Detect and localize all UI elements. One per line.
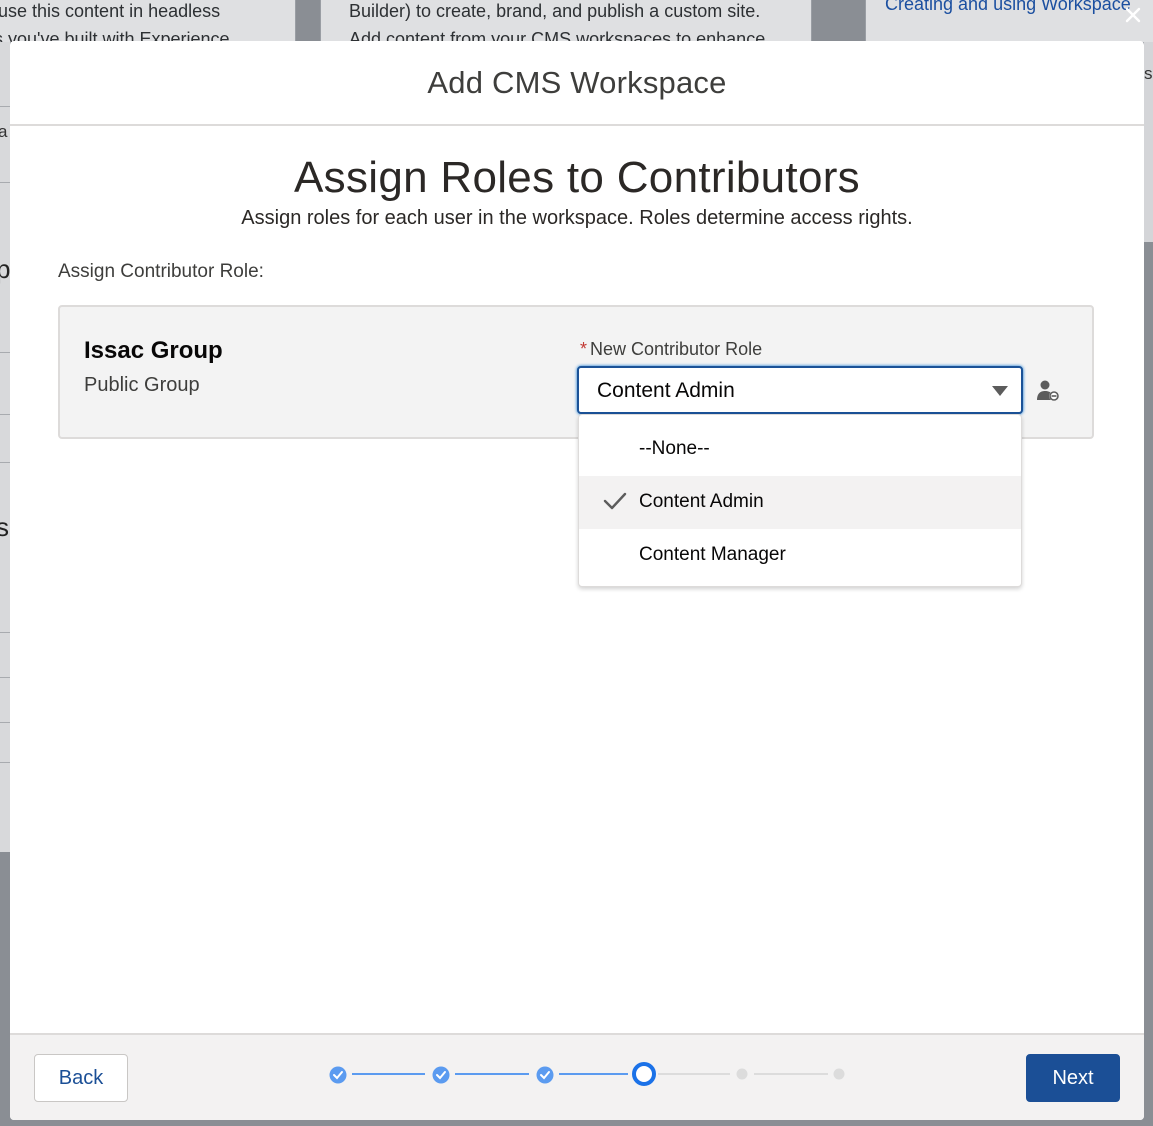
role-option[interactable]: Content Manager — [579, 529, 1021, 582]
role-field-label-text: New Contributor Role — [590, 339, 763, 359]
background-char: p — [0, 254, 11, 284]
contributor-name: Issac Group — [84, 337, 223, 364]
add-cms-workspace-modal: Add CMS Workspace Assign Roles to Contri… — [10, 41, 1144, 1120]
modal-footer: Back Next — [10, 1033, 1144, 1120]
background-card: use this content in headless s you've bu… — [0, 0, 296, 43]
close-button[interactable] — [1120, 2, 1146, 28]
progress-step-complete-icon[interactable] — [432, 1066, 450, 1084]
progress-step-current[interactable] — [632, 1062, 656, 1086]
background-char: s — [1144, 64, 1153, 83]
role-option-label: --None-- — [639, 438, 710, 459]
modal-header: Add CMS Workspace — [10, 41, 1144, 126]
back-button[interactable]: Back — [34, 1054, 128, 1102]
modal-title: Add CMS Workspace — [427, 64, 727, 100]
background-char: a — [0, 122, 8, 141]
progress-step-upcoming[interactable] — [736, 1068, 748, 1080]
combobox-value: Content Admin — [597, 379, 735, 402]
check-icon — [603, 492, 627, 510]
progress-step-upcoming[interactable] — [833, 1068, 845, 1080]
step-subtitle: Assign roles for each user in the worksp… — [241, 207, 913, 229]
required-marker: * — [580, 339, 588, 359]
background-card: Creating and using Workspace — [865, 0, 1153, 43]
step-title: Assign Roles to Contributors — [294, 153, 860, 202]
role-option-label: Content Admin — [639, 491, 764, 512]
contributor-role-combobox[interactable]: Content Admin — [577, 366, 1023, 414]
role-option-label: Content Manager — [639, 544, 786, 565]
next-button[interactable]: Next — [1026, 1054, 1120, 1102]
background-left-strip: a p s — [0, 42, 10, 852]
background-right-strip: s — [1144, 42, 1153, 242]
background-link: Creating and using Workspace — [885, 0, 1131, 14]
close-icon — [1125, 7, 1141, 23]
chevron-down-icon — [992, 386, 1008, 396]
progress-indicator — [329, 1062, 845, 1086]
background-card: Builder) to create, brand, and publish a… — [320, 0, 812, 43]
progress-step-complete-icon[interactable] — [536, 1066, 554, 1084]
user-settings-icon[interactable] — [1036, 379, 1060, 408]
role-option[interactable]: --None-- — [579, 423, 1021, 476]
assign-contributor-role-label: Assign Contributor Role: — [58, 261, 264, 282]
role-field-label: * New Contributor Role — [580, 339, 762, 360]
role-options-listbox: --None-- Content Admin Content Manager — [578, 414, 1022, 587]
background-char: s — [0, 512, 9, 542]
role-option-selected[interactable]: Content Admin — [579, 476, 1021, 529]
contributor-type: Public Group — [84, 374, 200, 396]
background-text: use this content in headless — [0, 1, 221, 21]
background-text: Builder) to create, brand, and publish a… — [349, 1, 761, 21]
progress-step-complete-icon[interactable] — [329, 1066, 347, 1084]
